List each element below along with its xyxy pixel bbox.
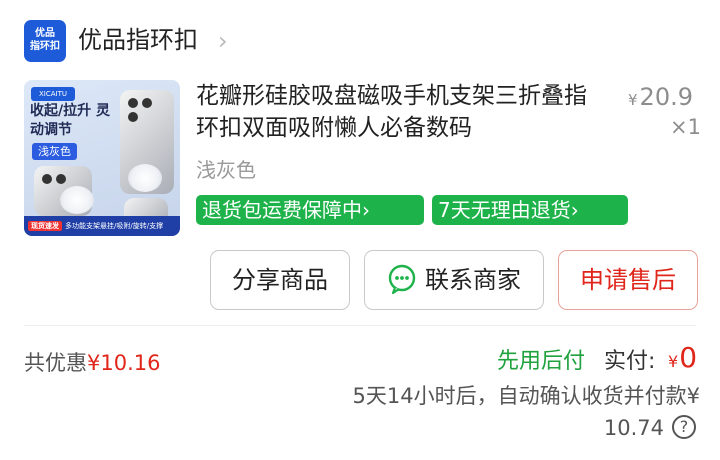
return-shipping-insurance-tag[interactable]: 退货包运费保障中› bbox=[196, 195, 424, 225]
camera-lens bbox=[142, 98, 152, 108]
after-sales-button[interactable]: 申请售后 bbox=[558, 250, 698, 310]
image-brand-label: XICAITU bbox=[31, 87, 75, 101]
image-headline: 收起/拉升 灵动调节 bbox=[30, 103, 110, 138]
seven-day-return-tag[interactable]: 7天无理由退货› bbox=[432, 195, 628, 225]
actual-paid-symbol: ¥ bbox=[668, 352, 679, 371]
total-discount: 共优惠¥10.16 bbox=[24, 348, 160, 378]
camera-lens bbox=[128, 98, 138, 108]
auto-confirm-note: 5天14小时后，自动确认收货并付款¥ bbox=[352, 384, 700, 408]
flower-holder-graphic bbox=[60, 186, 94, 214]
discount-label: 共优惠 bbox=[24, 351, 87, 375]
actual-paid-value: ¥0 bbox=[668, 340, 697, 380]
shop-name[interactable]: 优品指环扣 bbox=[78, 22, 198, 58]
shop-logo[interactable]: 优品 指环扣 bbox=[24, 20, 66, 62]
shop-logo-line2: 指环扣 bbox=[30, 41, 60, 52]
contact-seller-button[interactable]: 联系商家 bbox=[364, 250, 544, 310]
discount-amount: ¥10.16 bbox=[87, 351, 161, 375]
product-quantity: ×1 bbox=[670, 115, 701, 139]
camera-lens bbox=[56, 174, 66, 184]
auto-pay-amount: 10.74? bbox=[604, 412, 696, 444]
image-color-chip: 浅灰色 bbox=[32, 143, 77, 160]
order-card: 优品 指环扣 优品指环扣 › XICAITU 收起/拉升 灵动调节 浅灰色 现货… bbox=[0, 0, 720, 460]
price-value: 20.9 bbox=[639, 83, 693, 111]
pay-later-label[interactable]: 先用后付 bbox=[497, 346, 585, 378]
product-image[interactable]: XICAITU 收起/拉升 灵动调节 浅灰色 现货速发 多功能支架悬挂/吸附/旋转… bbox=[24, 80, 180, 236]
actual-paid-number: 0 bbox=[679, 341, 698, 374]
auto-pay-amount-value: 10.74 bbox=[603, 416, 664, 440]
image-footer: 现货速发 多功能支架悬挂/吸附/旋转/支撑 bbox=[24, 216, 180, 236]
product-price: ¥20.9 bbox=[628, 82, 693, 115]
product-title[interactable]: 花瓣形硅胶吸盘磁吸手机支架三折叠指环扣双面吸附懒人必备数码 bbox=[196, 80, 606, 144]
product-variant: 浅灰色 bbox=[196, 158, 256, 182]
contact-seller-label: 联系商家 bbox=[425, 266, 521, 294]
camera-lens bbox=[42, 174, 52, 184]
share-product-button[interactable]: 分享商品 bbox=[210, 250, 350, 310]
question-circle-icon[interactable]: ? bbox=[672, 415, 696, 439]
divider bbox=[24, 325, 696, 326]
chevron-right-icon[interactable]: › bbox=[218, 26, 228, 56]
price-symbol: ¥ bbox=[628, 91, 638, 109]
actual-paid-label: 实付: bbox=[604, 349, 656, 374]
image-footer-text: 多功能支架悬挂/吸附/旋转/支撑 bbox=[65, 222, 164, 230]
flower-holder-graphic bbox=[128, 164, 162, 192]
chat-icon bbox=[388, 264, 416, 294]
camera-lens bbox=[128, 112, 138, 122]
shop-logo-line1: 优品 bbox=[35, 28, 55, 39]
image-badge: 现货速发 bbox=[28, 221, 62, 231]
